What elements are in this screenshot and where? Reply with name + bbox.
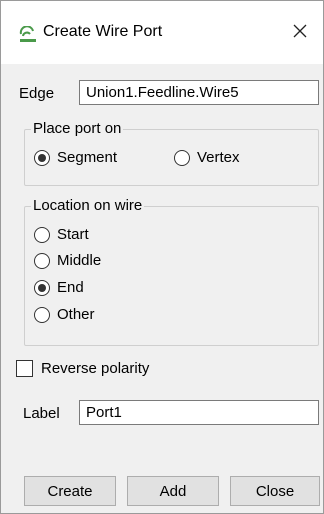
middle-radio[interactable] [34, 252, 50, 269]
start-radio[interactable] [34, 226, 50, 243]
title-bar[interactable]: Create Wire Port [1, 1, 323, 64]
other-radio-option[interactable]: Other [34, 306, 95, 323]
place-port-on-group: Place port on Segment Vertex [24, 120, 319, 186]
end-radio-option[interactable]: End [34, 279, 84, 296]
reverse-polarity-checkbox[interactable] [16, 360, 33, 377]
location-on-wire-title: Location on wire [31, 197, 145, 214]
vertex-label: Vertex [197, 149, 240, 166]
start-radio-option[interactable]: Start [34, 226, 89, 243]
other-label: Other [57, 306, 95, 323]
vertex-radio[interactable] [174, 149, 190, 166]
segment-radio[interactable] [34, 149, 50, 166]
app-icon [18, 25, 38, 44]
create-button[interactable]: Create [24, 476, 116, 506]
location-on-wire-group: Location on wire Start Middle End Other [24, 197, 319, 346]
label-field-label: Label [23, 405, 60, 422]
place-port-on-title: Place port on [31, 120, 124, 137]
middle-radio-option[interactable]: Middle [34, 252, 101, 269]
reverse-polarity-label: Reverse polarity [41, 360, 150, 377]
vertex-radio-option[interactable]: Vertex [174, 149, 240, 166]
create-wire-port-dialog: Create Wire Port Edge Place port on Segm… [0, 0, 324, 514]
window-title: Create Wire Port [43, 23, 163, 40]
end-label: End [57, 279, 84, 296]
close-icon [293, 24, 307, 42]
end-radio[interactable] [34, 279, 50, 296]
middle-label: Middle [57, 252, 102, 269]
other-radio[interactable] [34, 306, 50, 323]
close-button[interactable]: Close [230, 476, 320, 506]
segment-label: Segment [57, 149, 118, 166]
edge-input[interactable] [79, 80, 319, 105]
start-label: Start [57, 226, 89, 243]
edge-label: Edge [19, 85, 55, 102]
reverse-polarity-option[interactable]: Reverse polarity [16, 360, 149, 377]
close-window-button[interactable] [277, 15, 323, 51]
label-input[interactable] [79, 400, 319, 425]
segment-radio-option[interactable]: Segment [34, 149, 117, 166]
add-button[interactable]: Add [127, 476, 219, 506]
